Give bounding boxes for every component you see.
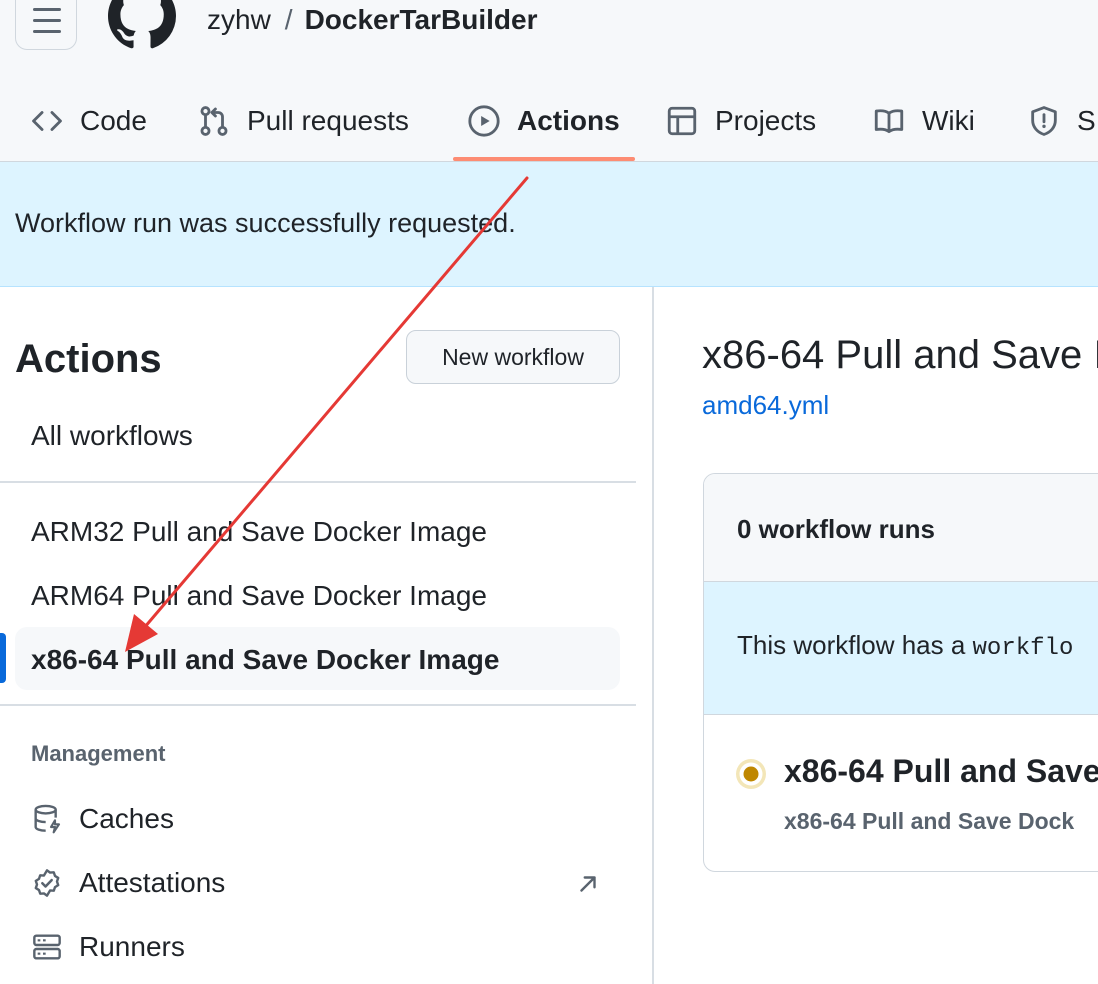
workflow-dispatch-note: This workflow has a workflo [704,582,1098,715]
sidebar-item-caches[interactable]: Caches [31,803,174,835]
workflow-title: x86-64 Pull and Save I [702,333,1098,377]
tab-label: Wiki [922,105,975,136]
run-title[interactable]: x86-64 Pull and Save [784,753,1098,790]
breadcrumb: zyhw / DockerTarBuilder [207,2,537,38]
sidebar-item-runners[interactable]: Runners [31,931,185,963]
sidebar-item-label: Caches [79,803,174,834]
git-pull-request-icon [200,106,228,136]
play-icon [468,105,500,137]
database-icon [34,804,61,834]
tab-projects[interactable]: Projects [665,80,816,162]
sidebar-item-label: Runners [79,931,185,962]
repo-nav: Code Pull requests Actions Projects Wiki… [0,80,1098,162]
runs-header: 0 workflow runs [704,474,1098,582]
workflow-file-link[interactable]: amd64.yml [702,390,829,421]
external-link-arrow-icon[interactable] [575,871,601,897]
github-logo-icon[interactable] [108,0,176,50]
tab-label: Code [80,105,147,136]
queued-status-icon [736,759,766,789]
note-text: This workflow has a workflo [737,630,1073,662]
tab-label: Projects [715,105,817,136]
sidebar-item-arm64[interactable]: ARM64 Pull and Save Docker Image [31,580,487,612]
tab-label: S [1077,105,1096,136]
repo-link[interactable]: DockerTarBuilder [305,4,538,35]
shield-icon [1031,106,1057,136]
table-icon [667,106,697,136]
book-icon [874,109,904,134]
workflow-runs-box: 0 workflow runs This workflow has a work… [703,473,1098,872]
tab-security[interactable]: S [1027,80,1096,162]
code-icon [32,111,62,131]
sidebar-item-attestations[interactable]: Attestations [31,867,225,899]
tab-code[interactable]: Code [30,80,147,162]
sidebar-item-all-workflows[interactable]: All workflows [31,420,193,452]
tab-actions[interactable]: Actions [467,80,620,162]
actions-sidebar: Actions New workflow All workflows ARM32… [0,287,652,984]
sidebar-item-arm32[interactable]: ARM32 Pull and Save Docker Image [31,516,487,548]
selected-item-indicator [0,633,6,683]
run-subtitle: x86-64 Pull and Save Dock [784,808,1075,834]
flash-message: Workflow run was successfully requested. [15,208,516,238]
selected-tab-underline [453,157,635,161]
breadcrumb-separator: / [284,4,293,35]
sidebar-item-x86-64[interactable]: x86-64 Pull and Save Docker Image [31,644,499,676]
server-icon [33,934,61,960]
sidebar-divider [652,287,654,984]
tab-pull-requests[interactable]: Pull requests [197,80,409,162]
global-header: zyhw / DockerTarBuilder [0,0,1098,80]
tab-label: Pull requests [247,105,409,136]
note-prefix: This workflow has a [737,630,973,660]
owner-link[interactable]: zyhw [207,4,271,35]
flash-banner: Workflow run was successfully requested. [0,162,1098,287]
runs-count: 0 workflow runs [737,514,935,544]
divider [0,481,636,483]
new-workflow-button[interactable]: New workflow [406,330,620,384]
menu-button[interactable] [15,0,77,50]
verified-icon [34,869,60,897]
tab-label: Actions [517,105,620,136]
management-heading: Management [31,741,166,766]
divider [0,704,636,706]
sidebar-item-label: Attestations [79,867,226,898]
sidebar-title: Actions [15,337,162,381]
tab-wiki[interactable]: Wiki [872,80,975,162]
note-code: workflo [972,635,1074,662]
